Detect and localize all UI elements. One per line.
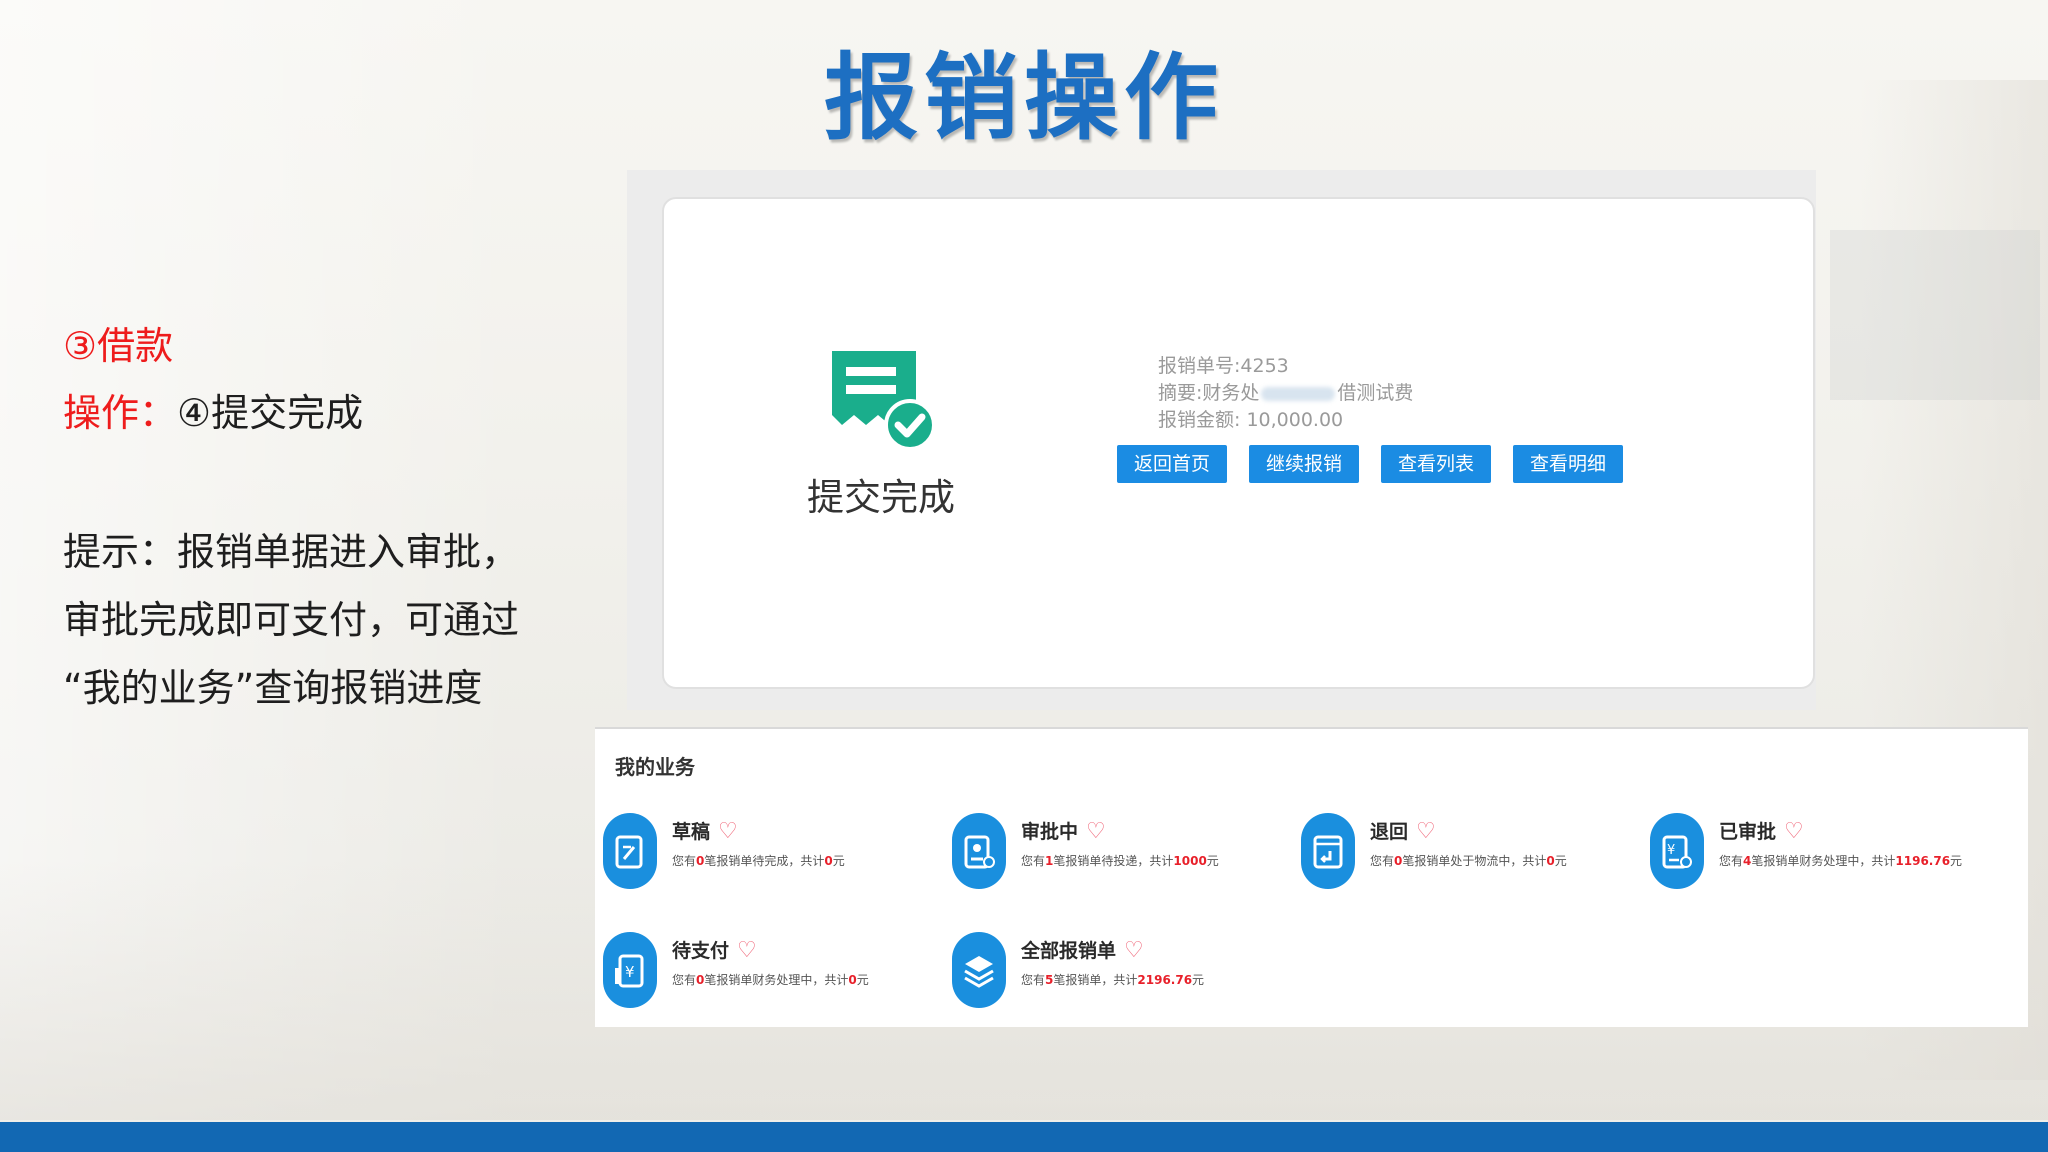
business-name: 审批中 ♡ bbox=[1021, 819, 1106, 844]
business-name: 草稿 ♡ bbox=[672, 819, 738, 844]
business-name: 待支付 ♡ bbox=[672, 938, 757, 963]
step-label: ③借款 bbox=[63, 324, 174, 368]
continue-reimburse-button[interactable]: 继续报销 bbox=[1249, 445, 1359, 483]
receipt-check-icon bbox=[832, 351, 936, 451]
tip-line-1: 提示：报销单据进入审批， bbox=[63, 530, 520, 574]
draft-icon bbox=[603, 813, 657, 889]
heart-outline-icon[interactable]: ♡ bbox=[1124, 938, 1144, 963]
submit-status-label: 提交完成 bbox=[807, 476, 955, 519]
my-business-title: 我的业务 bbox=[615, 755, 695, 779]
svg-text:¥: ¥ bbox=[1667, 843, 1675, 858]
business-desc: 您有5笔报销单，共计2196.76元 bbox=[1021, 973, 1205, 987]
background-board-right bbox=[1830, 230, 2040, 400]
redacted-text bbox=[1261, 386, 1336, 401]
business-desc: 您有0笔报销单处于物流中，共计0元 bbox=[1370, 854, 1567, 868]
heart-outline-icon[interactable]: ♡ bbox=[718, 819, 738, 844]
heart-outline-icon[interactable]: ♡ bbox=[1086, 819, 1106, 844]
pending-pay-icon: ¥ bbox=[603, 932, 657, 1008]
operation-value: ④提交完成 bbox=[177, 391, 364, 435]
business-desc: 您有0笔报销单财务处理中，共计0元 bbox=[672, 973, 869, 987]
approving-icon bbox=[952, 813, 1006, 889]
slide-title: 报销操作 bbox=[823, 44, 1224, 153]
tip-line-3: “我的业务”查询报销进度 bbox=[63, 666, 483, 710]
bill-number: 报销单号:4253 bbox=[1158, 355, 1289, 377]
bill-summary: 摘要:财务处 借测试费 bbox=[1158, 378, 1413, 405]
operation-label: 操作： bbox=[63, 391, 178, 435]
bill-amount: 报销金额: 10,000.00 bbox=[1158, 409, 1344, 431]
business-name: 已审批 ♡ bbox=[1719, 819, 1804, 844]
bill-summary-suffix: 借测试费 bbox=[1337, 382, 1414, 404]
returned-icon bbox=[1301, 813, 1355, 889]
business-name: 退回 ♡ bbox=[1370, 819, 1436, 844]
all-bills-icon bbox=[952, 932, 1006, 1008]
business-name: 全部报销单 ♡ bbox=[1021, 938, 1144, 963]
heart-outline-icon[interactable]: ♡ bbox=[737, 938, 757, 963]
heart-outline-icon[interactable]: ♡ bbox=[1416, 819, 1436, 844]
business-desc: 您有0笔报销单待完成，共计0元 bbox=[672, 854, 845, 868]
tip-line-2: 审批完成即可支付，可通过 bbox=[63, 598, 520, 642]
back-home-button[interactable]: 返回首页 bbox=[1117, 445, 1227, 483]
approved-icon: ¥ bbox=[1650, 813, 1704, 889]
bottom-bar bbox=[0, 1122, 2048, 1152]
bill-summary-prefix: 摘要:财务处 bbox=[1158, 382, 1260, 404]
view-detail-button[interactable]: 查看明细 bbox=[1513, 445, 1623, 483]
view-list-button[interactable]: 查看列表 bbox=[1381, 445, 1491, 483]
operation-line: 操作：④提交完成 bbox=[63, 394, 363, 432]
heart-outline-icon[interactable]: ♡ bbox=[1784, 819, 1804, 844]
svg-text:¥: ¥ bbox=[625, 963, 635, 981]
business-desc: 您有4笔报销单财务处理中，共计1196.76元 bbox=[1719, 854, 1963, 868]
my-business-panel: 我的业务 草稿 ♡ 您有0笔报销单待完成，共计0元 审批中 ♡ 您有1笔报销单待投递… bbox=[595, 727, 2028, 1027]
business-desc: 您有1笔报销单待投递，共计1000元 bbox=[1021, 854, 1219, 868]
